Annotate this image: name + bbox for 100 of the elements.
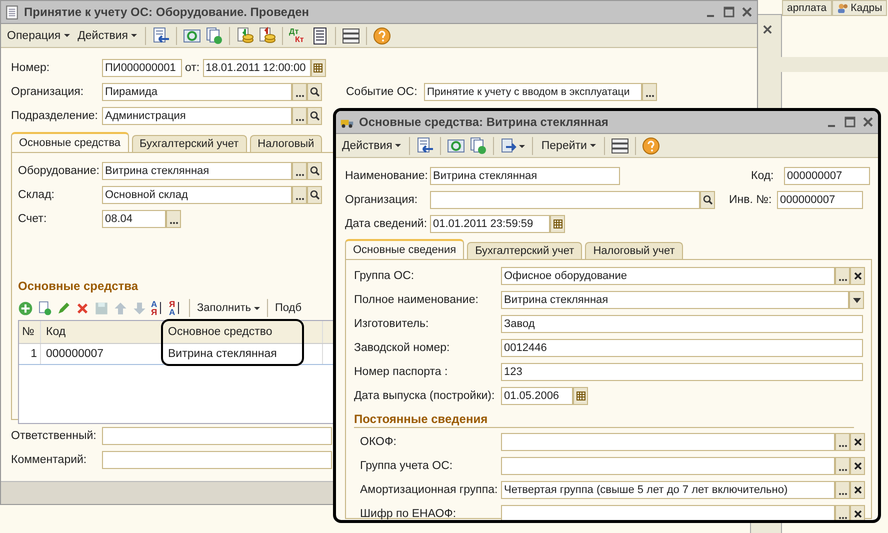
field-label: Номер:	[11, 62, 51, 74]
text-field[interactable]: Администрация	[102, 107, 292, 125]
text-field[interactable]: Витрина стеклянная	[102, 162, 292, 180]
choose-button[interactable]	[835, 505, 850, 520]
menu-button[interactable]: Подб	[274, 302, 303, 314]
text-field[interactable]	[102, 427, 332, 445]
text-field[interactable]: Пирамида	[102, 83, 292, 101]
number-field[interactable]: ПИ000000001	[102, 59, 182, 77]
clear-button[interactable]	[850, 481, 865, 499]
copy-add-icon[interactable]	[469, 136, 488, 154]
field-label: Оборудование:	[18, 165, 100, 177]
report-icon[interactable]	[311, 26, 329, 44]
section-tab[interactable]: арплата	[782, 0, 832, 16]
text-field[interactable]	[501, 505, 835, 520]
debit-credit-icon[interactable]: Дт Кт	[289, 28, 307, 44]
text-field[interactable]: 01.05.2006	[501, 387, 573, 405]
date-field[interactable]: 01.01.2011 23:59:59	[430, 215, 550, 233]
help-icon[interactable]	[642, 136, 660, 154]
section-tab[interactable]: Кадры	[832, 0, 888, 16]
choose-button[interactable]	[292, 83, 307, 101]
clear-button[interactable]	[850, 433, 865, 451]
refresh-icon[interactable]	[447, 136, 466, 154]
text-field[interactable]: 123	[501, 363, 863, 381]
maximize-icon[interactable]	[723, 6, 735, 18]
choose-button[interactable]	[292, 162, 307, 180]
text-field[interactable]: Четвертая группа (свыше 5 лет до 7 лет включительно)	[501, 481, 835, 499]
text-field[interactable]	[102, 451, 332, 469]
document-arrow-icon[interactable]	[500, 136, 526, 154]
text-field[interactable]	[501, 457, 835, 475]
clear-icon	[852, 485, 862, 495]
dropdown-button[interactable]	[849, 291, 864, 309]
clear-button[interactable]	[850, 505, 865, 520]
add-icon[interactable]	[18, 300, 33, 316]
copy-add-icon[interactable]	[37, 300, 52, 316]
menu-button[interactable]: Операция	[5, 30, 72, 42]
column-header[interactable]: №	[19, 321, 41, 343]
tab[interactable]: Основные средства	[11, 132, 129, 152]
calendar-button[interactable]	[550, 215, 565, 233]
close-icon[interactable]	[741, 6, 753, 18]
pencil-icon[interactable]	[56, 300, 71, 316]
menu-button[interactable]: Заполнить	[196, 302, 262, 314]
choose-button[interactable]	[166, 210, 181, 228]
text-field[interactable]: Основной склад	[102, 186, 292, 204]
choose-button[interactable]	[642, 83, 657, 101]
text-field[interactable]: 0012446	[501, 339, 863, 357]
field-label: Амортизационная группа:	[359, 484, 499, 496]
clear-button[interactable]	[850, 457, 865, 475]
text-field[interactable]: Принятие к учету с вводом в эксплуатаци	[424, 83, 642, 101]
choose-button[interactable]	[835, 267, 850, 285]
text-field[interactable]	[430, 191, 700, 209]
search-button[interactable]	[307, 186, 322, 204]
text-field[interactable]	[501, 433, 835, 451]
text-field[interactable]: 08.04	[102, 210, 166, 228]
choose-button[interactable]	[835, 481, 850, 499]
maximize-icon[interactable]	[844, 116, 856, 128]
tab[interactable]: Основные сведения	[345, 239, 464, 259]
column-header[interactable]: Код	[41, 321, 163, 343]
calendar-button[interactable]	[310, 59, 326, 77]
text-field[interactable]: Витрина стеклянная	[501, 291, 849, 309]
list-settings-icon[interactable]	[610, 136, 629, 154]
field-label: Событие ОС:	[346, 86, 418, 98]
close-icon[interactable]	[862, 116, 874, 128]
tab[interactable]: Налоговый учет	[585, 242, 683, 259]
code-field[interactable]: 000000007	[784, 167, 870, 185]
field-label: Изготовитель:	[354, 318, 430, 330]
clear-button[interactable]	[850, 267, 865, 285]
search-button[interactable]	[307, 162, 322, 180]
document-arrow-icon[interactable]	[416, 136, 434, 154]
clear-icon	[852, 437, 862, 447]
menu-button[interactable]: Действия	[76, 30, 139, 42]
date-field[interactable]: 18.01.2011 12:00:00	[202, 59, 311, 77]
search-button[interactable]	[307, 107, 322, 125]
text-field[interactable]: Завод	[501, 315, 863, 333]
refresh-icon[interactable]	[183, 26, 201, 44]
search-icon	[310, 166, 320, 176]
tab[interactable]: Бухгалтерский учет	[132, 135, 247, 152]
menu-button[interactable]: Действия	[340, 140, 404, 152]
copy-add-icon[interactable]	[205, 26, 223, 44]
list-settings-icon[interactable]	[342, 26, 360, 44]
text-field[interactable]: Офисное оборудование	[501, 267, 835, 285]
document-arrow-icon[interactable]	[152, 26, 170, 44]
choose-button[interactable]	[292, 107, 307, 125]
coins-icon[interactable]	[236, 26, 254, 44]
calendar-button[interactable]	[573, 387, 588, 405]
help-icon[interactable]	[373, 26, 391, 44]
choose-button[interactable]	[292, 186, 307, 204]
search-button[interactable]	[307, 83, 322, 101]
tab[interactable]: Налоговый	[250, 135, 322, 152]
coins-icon[interactable]	[258, 26, 276, 44]
menu-button[interactable]: Перейти	[539, 140, 598, 152]
delete-icon[interactable]	[75, 300, 90, 316]
column-header[interactable]: Основное средство	[163, 321, 323, 343]
search-button[interactable]	[700, 191, 715, 209]
inventory-number-field[interactable]: 000000007	[777, 191, 863, 209]
clear-icon	[852, 461, 862, 471]
close-icon[interactable]	[763, 25, 772, 34]
choose-button[interactable]	[835, 433, 850, 451]
tab[interactable]: Бухгалтерский учет	[467, 242, 582, 259]
choose-button[interactable]	[835, 457, 850, 475]
text-field[interactable]: Витрина стеклянная	[430, 167, 620, 185]
